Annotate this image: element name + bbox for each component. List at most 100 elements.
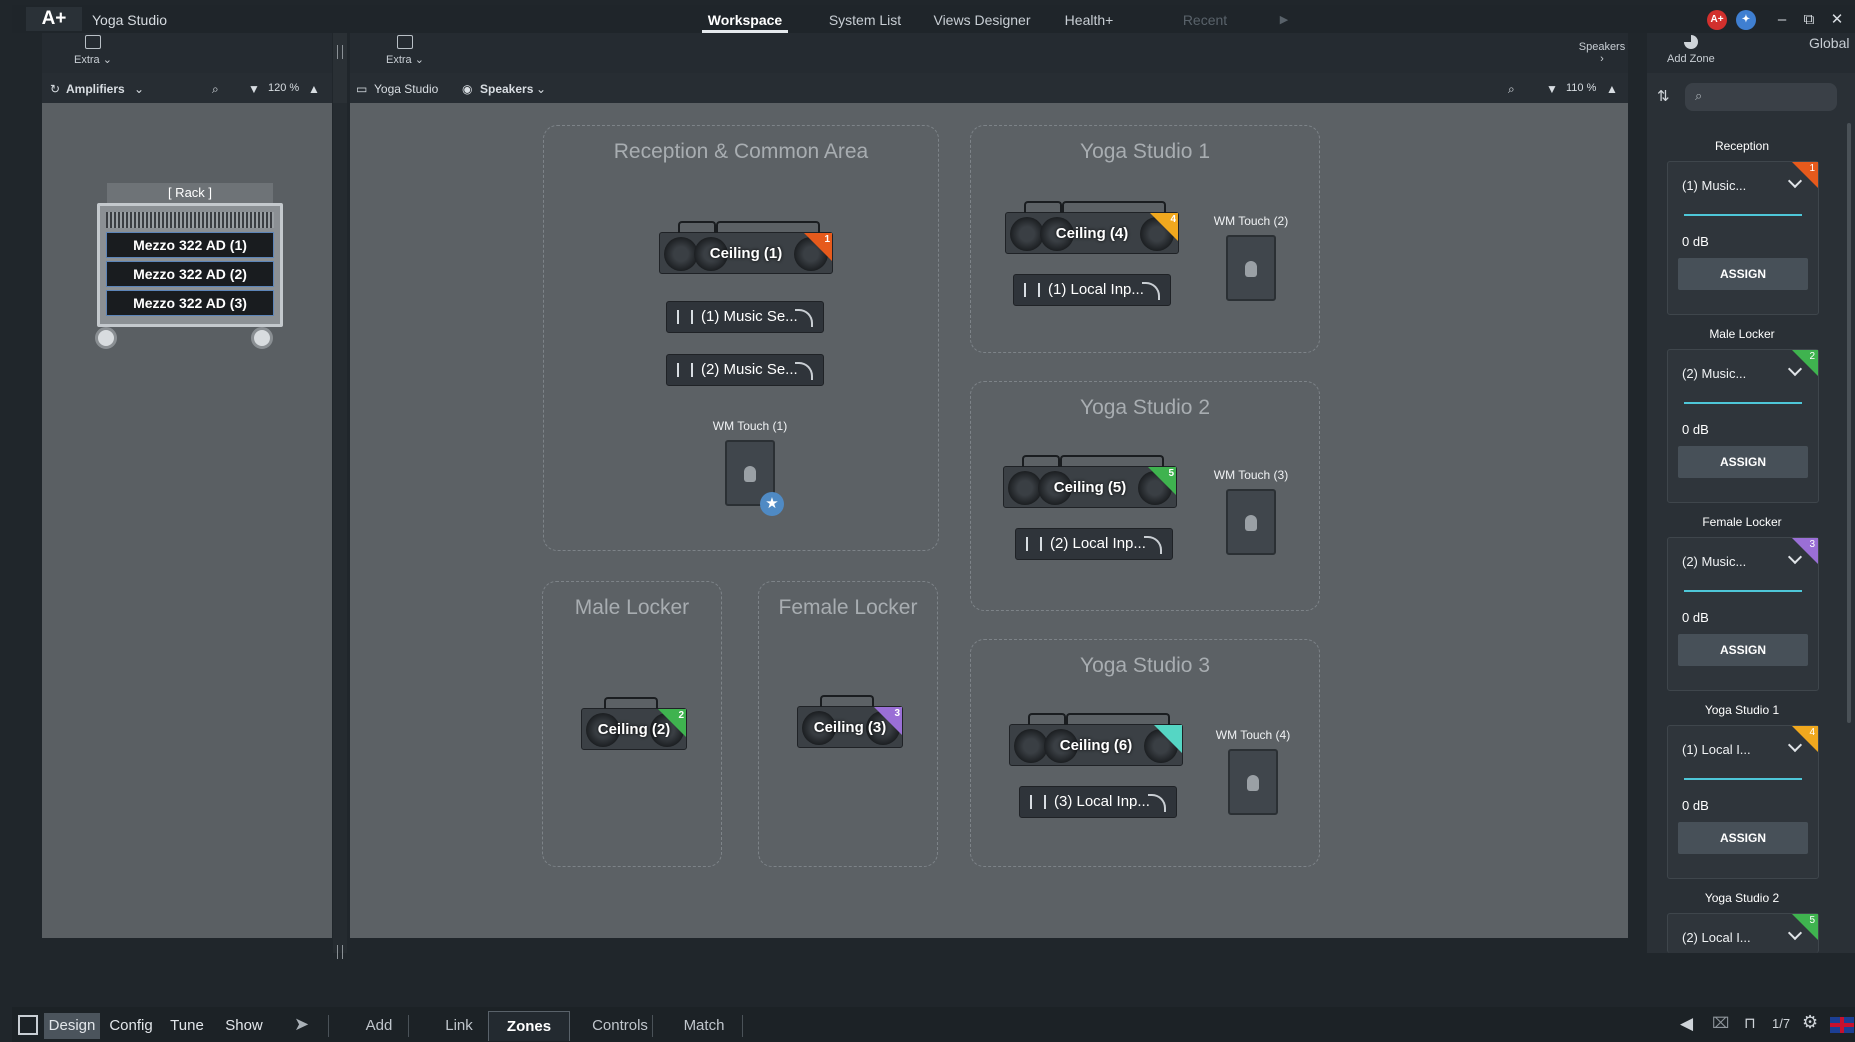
zoom-out-icon[interactable]: ▼ [248,82,260,96]
zone-yoga-studio-2[interactable]: Yoga Studio 2 Ceiling (5) 5 (2) Local In… [970,381,1320,611]
speaker-ceiling-2[interactable]: Ceiling (2) 2 [581,697,687,750]
zone-yoga-studio-1[interactable]: Yoga Studio 1 Ceiling (4) 4 (1) Local In… [970,125,1320,353]
speaker-ceiling-4[interactable]: Ceiling (4) 4 [1005,201,1179,254]
account-badge-icon[interactable]: A+ [1707,10,1727,30]
tab-add[interactable]: Add [344,1011,414,1041]
panel-toggle-icon[interactable] [18,1015,38,1035]
center-extra-button[interactable]: Extra ⌄ [386,35,424,66]
rack[interactable]: [ Rack ] Mezzo 322 AD (1) Mezzo 322 AD (… [95,183,283,349]
separator [742,1015,743,1037]
source-local-input-2[interactable]: (2) Local Inp... [1015,528,1173,560]
chevron-right-icon: › [1600,53,1604,65]
zoom-fit-icon[interactable]: ⌕ [212,82,219,97]
zoom-in-icon[interactable]: ▲ [1606,82,1618,96]
amp-item[interactable]: Mezzo 322 AD (2) [106,261,274,287]
speaker-ceiling-3[interactable]: Ceiling (3) 3 [797,695,903,748]
wm-touch-2[interactable]: WM Touch (2) [1203,214,1299,301]
source-select[interactable]: (2) Music... [1682,366,1746,381]
speaker-ceiling-1[interactable]: Ceiling (1) 1 [659,221,833,274]
amplifiers-selector[interactable]: Amplifiers [66,82,125,96]
center-splitter[interactable] [333,103,347,959]
mute-icon[interactable]: ◀ [1680,1014,1693,1034]
tab-workspace[interactable]: Workspace [702,8,788,33]
source-select[interactable]: (2) Local I... [1682,930,1751,945]
source-select[interactable]: (2) Music... [1682,554,1746,569]
zone-card-male-locker[interactable]: (2) Music... 0 dB ASSIGN 2 [1667,349,1819,503]
speakers-selector[interactable]: Speakers [480,82,533,96]
assign-button[interactable]: ASSIGN [1678,634,1808,666]
tab-link[interactable]: Link [424,1011,494,1041]
source-music-2[interactable]: (2) Music Se... [666,354,824,386]
tab-zones[interactable]: Zones [488,1011,570,1041]
trash-icon[interactable]: ⌧ [1712,1014,1729,1032]
wm-touch-3[interactable]: WM Touch (3) [1203,468,1299,555]
tab-views-designer[interactable]: Views Designer [928,8,1036,33]
add-zone-button[interactable]: Add Zone [1667,35,1715,65]
assign-button[interactable]: ASSIGN [1678,258,1808,290]
tab-health[interactable]: Health+ [1054,8,1124,33]
tab-system-list[interactable]: System List [820,8,910,33]
mode-design[interactable]: Design [44,1013,100,1039]
tab-recent[interactable]: Recent [1172,8,1238,33]
refresh-icon[interactable]: ↻ [50,82,60,96]
amplifier-canvas[interactable]: [ Rack ] Mezzo 322 AD (1) Mezzo 322 AD (… [42,103,332,938]
zoom-fit-icon[interactable]: ⌕ [1508,82,1515,97]
amp-item[interactable]: Mezzo 322 AD (3) [106,290,274,316]
wm-touch-4[interactable]: WM Touch (4) [1205,728,1301,815]
zone-reception[interactable]: Reception & Common Area Ceiling (1) 1 (1… [543,125,939,551]
zone-male-locker[interactable]: Male Locker Ceiling (2) 2 [542,581,722,867]
speaker-ceiling-5[interactable]: Ceiling (5) 5 [1003,455,1177,508]
level-bar[interactable] [1684,214,1802,216]
wire [1028,713,1066,725]
sort-icon[interactable]: ⇅ [1657,87,1670,105]
zone-card-female-locker[interactable]: (2) Music... 0 dB ASSIGN 3 [1667,537,1819,691]
close-button[interactable]: ✕ [1827,10,1847,30]
assign-button[interactable]: ASSIGN [1678,446,1808,478]
minimize-button[interactable]: ‒ [1772,10,1792,30]
chevron-down-icon[interactable]: ⌄ [536,82,546,96]
star-icon[interactable]: ★ [760,492,784,516]
zone-card-yoga-studio-2[interactable]: (2) Local I... 5 [1667,913,1819,953]
pointer-icon[interactable]: ➤ [294,1014,309,1035]
level-bar[interactable] [1684,590,1802,592]
zone-number: 1 [1809,163,1815,174]
lock-icon[interactable]: ⊓ [1744,1014,1756,1032]
level-bar[interactable] [1684,402,1802,404]
level-bar[interactable] [1684,778,1802,780]
source-select[interactable]: (1) Local I... [1682,742,1751,757]
tab-controls[interactable]: Controls [580,1011,660,1041]
breadcrumb[interactable]: Yoga Studio [374,82,438,96]
assign-button[interactable]: ASSIGN [1678,822,1808,854]
scrollbar[interactable] [1847,123,1851,723]
zone-female-locker[interactable]: Female Locker Ceiling (3) 3 [758,581,938,867]
settings-icon[interactable]: ⚙ [1802,1012,1818,1033]
speaker-canvas[interactable]: Reception & Common Area Ceiling (1) 1 (1… [350,103,1628,938]
mode-config[interactable]: Config [104,1013,158,1039]
speakers-crumb[interactable]: Speakers › [1576,41,1628,65]
zoom-in-icon[interactable]: ▲ [308,82,320,96]
mode-show[interactable]: Show [216,1013,272,1039]
card-zone-title: Reception [1714,139,1770,153]
wm-touch-1[interactable]: WM Touch (1) [702,419,798,506]
left-extra-button[interactable]: Extra ⌄ [74,35,112,66]
chevron-down-icon[interactable]: ⌄ [134,82,144,96]
zone-number: 2 [678,710,684,721]
zone-yoga-studio-3[interactable]: Yoga Studio 3 Ceiling (6) (3) Local Inp.… [970,639,1320,867]
zone-card-reception[interactable]: (1) Music... 0 dB ASSIGN 1 [1667,161,1819,315]
source-music-1[interactable]: (1) Music Se... [666,301,824,333]
restore-button[interactable]: ⧉ [1799,10,1819,30]
feedback-icon[interactable]: ✦ [1736,10,1756,30]
amp-item[interactable]: Mezzo 322 AD (1) [106,232,274,258]
search-input[interactable]: ⌕ [1685,83,1837,111]
source-local-input-1[interactable]: (1) Local Inp... [1013,274,1171,306]
nav-next-icon[interactable]: ▶ [1274,8,1294,33]
tab-match[interactable]: Match [664,1011,744,1041]
source-local-input-3[interactable]: (3) Local Inp... [1019,786,1177,818]
global-button[interactable]: Global [1809,35,1849,51]
source-select[interactable]: (1) Music... [1682,178,1746,193]
zoom-out-icon[interactable]: ▼ [1546,82,1558,96]
speaker-ceiling-6[interactable]: Ceiling (6) [1009,713,1183,766]
zone-card-yoga-studio-1[interactable]: (1) Local I... 0 dB ASSIGN 4 [1667,725,1819,879]
mode-tune[interactable]: Tune [162,1013,212,1039]
language-flag-icon[interactable] [1830,1017,1854,1033]
